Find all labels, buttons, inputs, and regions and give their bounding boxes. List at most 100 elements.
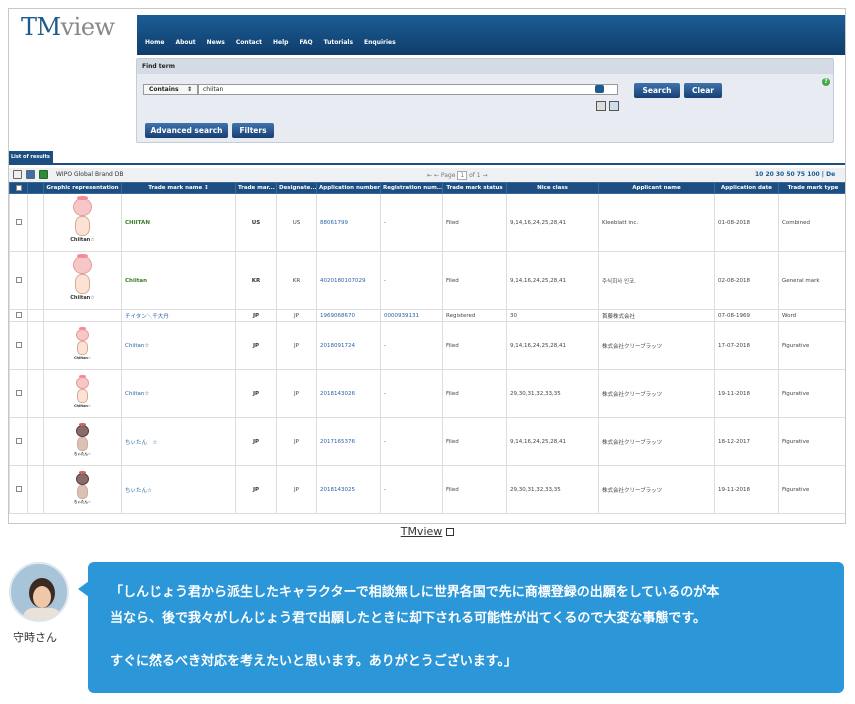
filters-button[interactable]: Filters [232, 123, 274, 138]
graphic-cell[interactable]: Chiitan☆ [43, 321, 122, 370]
column-header[interactable]: Applicant name [598, 182, 715, 194]
trademark-name[interactable]: ちぃたん ☆ [125, 440, 157, 446]
column-header[interactable]: Trade mark status [442, 182, 507, 194]
trademark-name-cell[interactable]: Chiitan☆ [121, 369, 236, 418]
clear-button[interactable]: Clear [684, 83, 722, 98]
nav-item-home[interactable]: Home [145, 39, 164, 46]
trademark-name-cell[interactable]: ちぃたん ☆ [121, 417, 236, 466]
table-row[interactable]: チイタン＼千大丹 JP JP 1969068670 0000939131 Register… [9, 309, 845, 322]
column-header[interactable]: Trade mark name ↕ [121, 182, 236, 194]
table-row[interactable]: ちぃたん☆ ちぃたん ☆ JP JP 2017165376- Filed 9,14,16,2… [9, 417, 845, 466]
row-select-cell[interactable] [9, 251, 28, 310]
nav-item-contact[interactable]: Contact [236, 39, 262, 46]
application-number-link[interactable]: 2017165376 [316, 417, 381, 466]
next-page-icon[interactable]: → [483, 172, 488, 179]
trademark-name[interactable]: Chiitan [125, 278, 147, 284]
column-header[interactable]: Registration num... [380, 182, 443, 194]
trademark-figure[interactable]: Chiitan☆ [74, 374, 92, 411]
trademark-figure[interactable]: Chiitan☆ [70, 195, 96, 248]
tmview-link[interactable]: TMview [401, 525, 443, 538]
row-select-cell[interactable] [9, 193, 28, 252]
print-icon[interactable] [26, 170, 35, 179]
column-header[interactable]: Application date [714, 182, 779, 194]
column-header[interactable]: Nice class [506, 182, 599, 194]
nav-item-news[interactable]: News [207, 39, 225, 46]
column-header[interactable] [9, 182, 28, 194]
application-number-link[interactable]: 2018143026 [316, 369, 381, 418]
row-checkbox[interactable] [15, 390, 22, 397]
column-header[interactable]: Designate... [276, 182, 317, 194]
trademark-name-cell[interactable]: CHIITAN [121, 193, 236, 252]
grid-view-icon[interactable] [596, 101, 606, 111]
first-page-icon[interactable]: ⇤ [427, 172, 432, 179]
table-row[interactable]: Chiitan☆ Chiitan☆ JP JP 2018143026- Filed 29,3… [9, 369, 845, 418]
trademark-name-cell[interactable]: ちぃたん☆ [121, 465, 236, 514]
row-checkbox[interactable] [15, 312, 22, 319]
search-input[interactable]: chiitan [198, 84, 618, 95]
office-cell: JP [235, 369, 277, 418]
graphic-cell[interactable]: ちぃたん☆ [43, 417, 122, 466]
row-select-cell[interactable] [9, 465, 28, 514]
nav-item-help[interactable]: Help [273, 39, 288, 46]
page-size-options[interactable]: 10 20 30 50 75 100 | De [755, 171, 835, 178]
trademark-name[interactable]: ちぃたん☆ [125, 488, 152, 494]
column-header[interactable] [27, 182, 44, 194]
search-button[interactable]: Search [634, 83, 680, 98]
camera-icon[interactable] [595, 85, 604, 93]
registration-number-cell[interactable]: 0000939131 [380, 309, 443, 322]
excel-export-icon[interactable] [39, 170, 48, 179]
row-checkbox[interactable] [15, 277, 22, 284]
trademark-figure[interactable]: Chiitan☆ [70, 253, 96, 306]
column-header[interactable]: Trade mar... [235, 182, 277, 194]
match-mode-select[interactable]: Contains ⇕ [143, 84, 198, 95]
trademark-name-cell[interactable]: Chiitan☆ [121, 321, 236, 370]
application-number-link[interactable]: 2018091724 [316, 321, 381, 370]
trademark-figure[interactable]: ちぃたん☆ [74, 470, 92, 507]
column-header[interactable]: Trade mark type [778, 182, 845, 194]
nav-item-enquiries[interactable]: Enquiries [364, 39, 396, 46]
trademark-figure[interactable]: ちぃたん☆ [74, 422, 92, 459]
application-number-link[interactable]: 2018143025 [316, 465, 381, 514]
trademark-name-cell[interactable]: チイタン＼千大丹 [121, 309, 236, 322]
table-row[interactable]: ちぃたん☆ ちぃたん☆ JP JP 2018143025- Filed 29,30,31,3… [9, 465, 845, 514]
graphic-cell[interactable]: Chiitan☆ [43, 251, 122, 310]
row-checkbox[interactable] [15, 486, 22, 493]
application-number-link[interactable]: 1969068670 [316, 309, 381, 322]
row-select-cell[interactable] [9, 309, 28, 322]
help-icon[interactable]: ? [822, 78, 830, 86]
prev-page-icon[interactable]: ← [434, 172, 439, 179]
row-checkbox[interactable] [15, 342, 22, 349]
row-select-cell[interactable] [9, 321, 28, 370]
trademark-name[interactable]: Chiitan☆ [125, 391, 149, 397]
advanced-search-button[interactable]: Advanced search [145, 123, 228, 138]
application-number-link[interactable]: 88061799 [316, 193, 381, 252]
row-select-cell[interactable] [9, 417, 28, 466]
nav-item-about[interactable]: About [175, 39, 195, 46]
row-select-cell[interactable] [9, 369, 28, 418]
select-all-checkbox[interactable] [15, 184, 22, 191]
application-number-link[interactable]: 4020180107029 [316, 251, 381, 310]
page-number-input[interactable]: 1 [457, 171, 468, 180]
trademark-figure[interactable]: Chiitan☆ [74, 326, 92, 363]
graphic-cell[interactable] [43, 309, 122, 322]
list-view-icon[interactable] [609, 101, 619, 111]
trademark-name-cell[interactable]: Chiitan [121, 251, 236, 310]
email-icon[interactable] [13, 170, 22, 179]
table-row[interactable]: Chiitan☆ Chiitan KR KR 4020180107029- Filed 9,… [9, 251, 845, 310]
tmview-logo[interactable]: TMview [21, 13, 115, 41]
tab-list-of-results[interactable]: List of results [9, 151, 53, 163]
table-row[interactable]: Chiitan☆ Chiitan☆ JP JP 2018091724- Filed 9,14… [9, 321, 845, 370]
table-row[interactable]: Chiitan☆ CHIITAN US US 88061799- Filed 9,14,16… [9, 193, 845, 252]
nav-item-faq[interactable]: FAQ [299, 39, 312, 46]
graphic-cell[interactable]: Chiitan☆ [43, 369, 122, 418]
column-header[interactable]: Graphic representation [43, 182, 122, 194]
trademark-name[interactable]: チイタン＼千大丹 [125, 314, 169, 320]
graphic-cell[interactable]: ちぃたん☆ [43, 465, 122, 514]
row-checkbox[interactable] [15, 438, 22, 445]
graphic-cell[interactable]: Chiitan☆ [43, 193, 122, 252]
column-header[interactable]: Application number [316, 182, 381, 194]
row-checkbox[interactable] [15, 219, 22, 226]
nav-item-tutorials[interactable]: Tutorials [324, 39, 353, 46]
trademark-name[interactable]: Chiitan☆ [125, 343, 149, 349]
trademark-name[interactable]: CHIITAN [125, 220, 150, 226]
